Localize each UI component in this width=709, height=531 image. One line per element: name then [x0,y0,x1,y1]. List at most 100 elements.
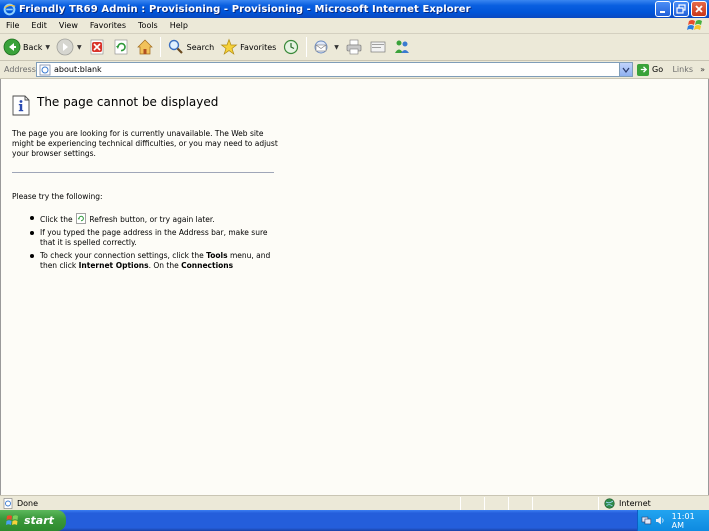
menu-favorites[interactable]: Favorites [84,21,132,30]
favorites-label: Favorites [240,42,277,52]
address-label: Address [4,65,36,74]
back-dropdown-icon[interactable]: ▼ [45,44,50,51]
menu-file[interactable]: File [0,21,25,30]
bullet3-text-a: To check your connection settings, click… [40,251,204,260]
favorites-button[interactable]: Favorites [217,36,279,58]
search-icon [168,39,183,54]
mail-dropdown-icon[interactable]: ▼ [334,44,339,51]
try-label: Please try the following: [12,192,103,201]
back-arrow-icon [3,38,21,56]
home-icon [136,39,153,55]
ie-logo-icon [3,3,16,15]
history-button[interactable] [279,36,303,58]
list-item: To check your connection settings, click… [28,251,278,271]
status-divider [598,497,599,510]
menu-view[interactable]: View [53,21,84,30]
status-bar: Done Internet [0,495,709,510]
chevron-down-icon [622,67,630,73]
toolbar-separator [306,37,308,57]
network-icon[interactable] [641,515,652,526]
bullet3-text-c: . On the [148,261,179,270]
forward-arrow-icon [56,38,74,56]
windows-flag-icon [6,514,18,525]
messenger-icon [394,40,409,53]
edit-document-icon [370,41,386,53]
taskbar: start 11:01 AM [0,510,709,531]
minimize-icon [660,11,665,13]
page-icon [39,64,51,75]
bullet2-text: If you typed the page address in the Add… [40,228,268,247]
home-button[interactable] [133,36,157,58]
address-box[interactable] [36,62,633,77]
menu-bar: File Edit View Favorites Tools Help [0,18,709,34]
search-label: Search [186,42,215,52]
system-tray: 11:01 AM [637,510,709,531]
close-icon [695,5,703,13]
window-title: Friendly TR69 Admin : Provisioning - Pro… [19,3,471,15]
title-bar[interactable]: Friendly TR69 Admin : Provisioning - Pro… [0,0,709,18]
mail-icon [314,40,328,54]
status-divider [508,497,509,510]
go-label: Go [652,65,664,74]
stop-button[interactable] [85,36,109,58]
edit-button[interactable] [366,36,390,58]
restore-icon [676,4,686,14]
refresh-button[interactable] [109,36,133,58]
messenger-button[interactable] [390,36,414,58]
back-button[interactable]: Back ▼ [0,36,53,58]
forward-dropdown-icon[interactable]: ▼ [77,44,82,51]
tools-menu-text: Tools [206,251,228,260]
divider [12,172,274,173]
close-button[interactable] [691,1,707,17]
go-button[interactable]: Go [637,63,664,76]
mail-button[interactable]: ▼ [310,36,342,58]
address-dropdown-button[interactable] [619,63,632,76]
links-chevron-icon[interactable]: » [700,65,705,74]
toolbar: Back ▼ ▼ Search Favorites ▼ [0,34,709,61]
bullet1-text-a: Click the [40,215,73,224]
connections-text: Connections [181,261,234,270]
maximize-button[interactable] [673,1,689,17]
status-divider [460,497,461,510]
history-icon [284,39,299,55]
status-text: Done [17,498,39,508]
search-button[interactable]: Search [164,36,217,58]
refresh-icon [76,213,86,224]
page-done-icon [3,497,13,509]
globe-icon [604,497,615,509]
suggestion-list: Click the Refresh button, or try again l… [28,213,278,274]
list-item: Click the Refresh button, or try again l… [28,213,278,225]
favorites-star-icon [220,38,238,55]
print-icon [346,39,362,55]
status-divider [484,497,485,510]
windows-flag-icon [687,20,702,30]
page-heading: The page cannot be displayed [37,95,219,109]
start-button[interactable]: start [0,510,66,531]
address-input[interactable] [54,65,614,74]
clock[interactable]: 11:01 AM [672,512,709,530]
page-content: The page cannot be displayed The page yo… [0,79,709,495]
menu-help[interactable]: Help [164,21,194,30]
forward-button[interactable]: ▼ [53,36,85,58]
minimize-button[interactable] [655,1,671,17]
list-item: If you typed the page address in the Add… [28,228,278,248]
stop-icon [90,39,103,55]
menu-tools[interactable]: Tools [132,21,164,30]
info-icon [12,95,30,116]
internet-options-text: Internet Options [78,261,149,270]
print-button[interactable] [342,36,366,58]
refresh-icon [114,39,127,55]
toolbar-separator [159,37,161,57]
zone-label: Internet [619,498,651,508]
start-label: start [24,514,54,527]
error-description: The page you are looking for is currentl… [12,129,278,158]
address-bar: Address Go Links » [0,61,709,79]
window-controls [655,1,707,17]
volume-icon[interactable] [655,515,666,526]
status-divider [532,497,533,510]
back-label: Back [23,42,43,52]
screen: Friendly TR69 Admin : Provisioning - Pro… [0,0,709,531]
security-zone[interactable]: Internet [604,497,651,509]
links-button[interactable]: Links [672,65,693,74]
menu-edit[interactable]: Edit [25,21,53,30]
